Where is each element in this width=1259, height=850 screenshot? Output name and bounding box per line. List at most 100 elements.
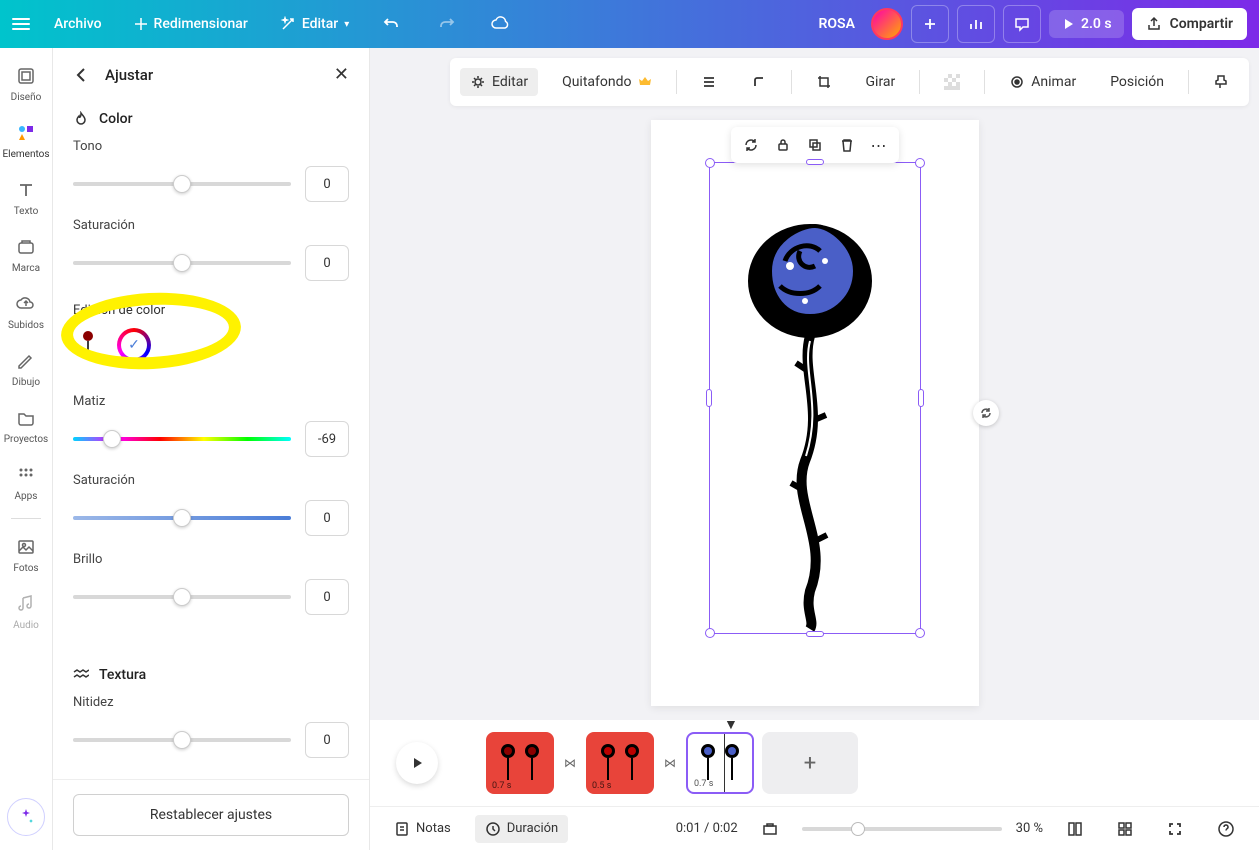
timeline-clip-1[interactable]: 0.7 s: [486, 732, 554, 794]
sharpness-value[interactable]: 0: [305, 722, 349, 758]
magic-button[interactable]: [7, 798, 45, 836]
sidebar-item-text[interactable]: Texto: [0, 170, 52, 225]
back-icon[interactable]: [73, 66, 91, 84]
resize-icon: [134, 17, 148, 31]
menu-icon[interactable]: [12, 18, 30, 30]
regen-icon[interactable]: [737, 131, 765, 159]
saturation2-value[interactable]: 0: [305, 500, 349, 536]
share-button[interactable]: Compartir: [1132, 8, 1247, 40]
edit-image-button[interactable]: Editar: [460, 68, 538, 96]
transition-1[interactable]: ⋈: [562, 756, 578, 770]
play-icon: [1061, 17, 1075, 31]
add-member-button[interactable]: [911, 5, 949, 43]
playhead-marker[interactable]: ▼: [724, 716, 738, 733]
view-mode-1[interactable]: [752, 815, 788, 843]
hue-label: Matiz: [73, 394, 349, 409]
more-icon[interactable]: ⋯: [865, 131, 893, 159]
brightness-label: Brillo: [73, 552, 349, 567]
hue-slider[interactable]: [73, 437, 291, 441]
crop-button[interactable]: [806, 68, 842, 96]
brand-icon: [14, 235, 38, 259]
left-sidebar: Diseño Elementos Texto Marca Subidos Dib…: [0, 48, 53, 850]
reset-button[interactable]: Restablecer ajustes: [73, 794, 349, 836]
color-edit-label: Edición de color: [73, 303, 349, 318]
projects-icon: [14, 406, 38, 430]
draw-icon: [14, 349, 38, 373]
tone-slider[interactable]: [73, 182, 291, 186]
close-panel-button[interactable]: ✕: [334, 64, 349, 85]
saturation-value[interactable]: 0: [305, 245, 349, 281]
canvas-page[interactable]: ⋯: [651, 120, 979, 706]
timeline-clip-2[interactable]: 0.5 s: [586, 732, 654, 794]
help-button[interactable]: [1207, 814, 1245, 844]
text-icon: [14, 178, 38, 202]
sidebar-item-audio[interactable]: Audio: [0, 584, 52, 639]
color-swatch-selected[interactable]: ✓: [117, 328, 151, 362]
rotate-handle[interactable]: [973, 400, 999, 426]
position-button[interactable]: Posición: [1100, 68, 1174, 96]
duplicate-icon[interactable]: [801, 131, 829, 159]
notes-icon: [394, 821, 410, 837]
saturation-slider[interactable]: [73, 261, 291, 265]
redo-button[interactable]: [427, 5, 465, 43]
corner-icon-button[interactable]: [741, 68, 777, 96]
sidebar-item-brand[interactable]: Marca: [0, 227, 52, 282]
duration-button[interactable]: Duración: [475, 815, 568, 843]
animate-button[interactable]: Animar: [999, 68, 1086, 96]
hue-value[interactable]: -69: [305, 421, 349, 457]
timeline-clip-3[interactable]: ▼ 0.7 s: [686, 732, 754, 794]
chevron-down-icon: ▾: [344, 19, 349, 30]
design-icon: [14, 64, 38, 88]
sidebar-item-uploads[interactable]: Subidos: [0, 284, 52, 339]
transition-2[interactable]: ⋈: [662, 756, 678, 770]
sidebar-item-photos[interactable]: Fotos: [0, 527, 52, 582]
brightness-slider[interactable]: [73, 595, 291, 599]
zoom-slider[interactable]: [802, 827, 1002, 831]
tone-value[interactable]: 0: [305, 166, 349, 202]
rotate-button[interactable]: Girar: [856, 68, 906, 96]
sidebar-item-elements[interactable]: Elementos: [0, 113, 52, 168]
remove-bg-button[interactable]: Quitafondo: [552, 68, 661, 96]
style-copy-button[interactable]: [1203, 68, 1239, 96]
element-toolbar: ⋯: [731, 127, 899, 163]
lock-icon[interactable]: [769, 131, 797, 159]
resize-menu[interactable]: Redimensionar: [126, 10, 256, 38]
sidebar-item-design[interactable]: Diseño: [0, 56, 52, 111]
present-button[interactable]: 2.0 s: [1049, 10, 1124, 38]
sidebar-item-draw[interactable]: Dibujo: [0, 341, 52, 396]
document-title[interactable]: ROSA: [819, 16, 855, 32]
grid-view-1[interactable]: [1057, 815, 1093, 843]
color-section-header: Color: [53, 101, 369, 135]
texture-section-header: Textura: [53, 657, 369, 691]
fullscreen-button[interactable]: [1157, 815, 1193, 843]
brightness-value[interactable]: 0: [305, 579, 349, 615]
insights-button[interactable]: [957, 5, 995, 43]
user-avatar[interactable]: [871, 8, 903, 40]
present-duration: 2.0 s: [1081, 16, 1112, 32]
panel-title: Ajustar: [105, 66, 320, 84]
cloud-sync-icon[interactable]: [481, 5, 519, 43]
top-bar: Archivo Redimensionar Editar ▾ ROSA 2.0 …: [0, 0, 1259, 48]
color-swatch-original[interactable]: [73, 330, 103, 360]
clip-3-duration: 0.7 s: [694, 779, 713, 789]
notes-button[interactable]: Notas: [384, 815, 461, 843]
rose-image[interactable]: [730, 211, 900, 631]
edit-menu[interactable]: Editar ▾: [272, 10, 357, 38]
delete-icon[interactable]: [833, 131, 861, 159]
selection-box[interactable]: ⋯: [709, 162, 921, 634]
play-button[interactable]: [396, 742, 438, 784]
transparency-button[interactable]: [934, 68, 970, 96]
comment-button[interactable]: [1003, 5, 1041, 43]
sidebar-item-apps[interactable]: Apps: [0, 455, 52, 510]
grid-view-2[interactable]: [1107, 815, 1143, 843]
list-icon-button[interactable]: [691, 68, 727, 96]
add-page-button[interactable]: +: [762, 732, 858, 794]
undo-button[interactable]: [373, 5, 411, 43]
sharpness-slider[interactable]: [73, 738, 291, 742]
file-menu[interactable]: Archivo: [46, 10, 110, 38]
saturation2-slider[interactable]: [73, 516, 291, 520]
adjust-icon: [470, 74, 486, 90]
sidebar-item-projects[interactable]: Proyectos: [0, 398, 52, 453]
resize-label: Redimensionar: [154, 16, 248, 32]
texture-icon: [73, 667, 89, 683]
